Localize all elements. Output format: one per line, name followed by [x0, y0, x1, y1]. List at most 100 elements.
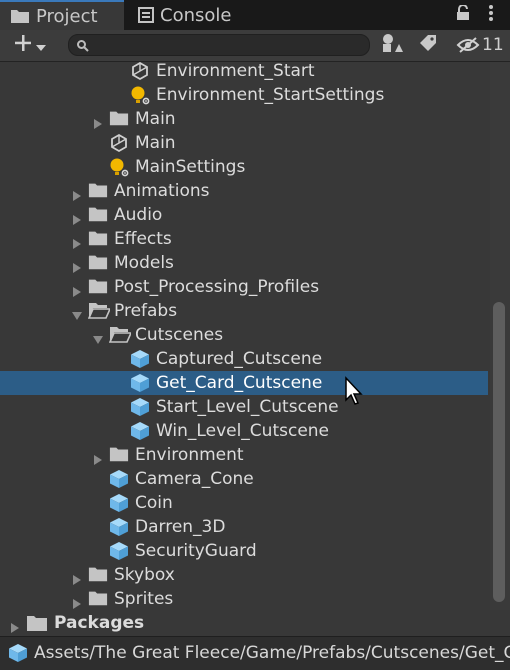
tree-item-camera-cone[interactable]: Camera_Cone [0, 467, 488, 491]
tree-item-environment[interactable]: Environment [0, 443, 488, 467]
tree-item-label: Skybox [114, 565, 175, 585]
chevron-right-icon[interactable] [72, 210, 82, 225]
folder-icon [88, 229, 108, 249]
prefab-icon [130, 421, 150, 441]
tree-item-environment-start[interactable]: Environment_Start [0, 62, 488, 83]
hidden-packages-count: 11 [456, 32, 504, 58]
tree-item-win-level-cutscene[interactable]: Win_Level_Cutscene [0, 419, 488, 443]
tree-item-label: Get_Card_Cutscene [156, 373, 323, 393]
tree-item-packages[interactable]: Packages [0, 610, 510, 636]
prefab-icon [130, 349, 150, 369]
folder-icon [109, 109, 129, 129]
tree-item-label: Coin [135, 493, 173, 513]
prefab-icon [109, 493, 129, 513]
chevron-down-icon [35, 36, 46, 55]
tree-item-label: Models [114, 253, 174, 273]
tab-console[interactable]: Console [130, 0, 260, 30]
chevron-down-icon[interactable] [93, 330, 103, 344]
tree-item-get-card-cutscene[interactable]: Get_Card_Cutscene [0, 371, 488, 395]
tree-item-label: Main [135, 133, 176, 153]
chevron-right-icon[interactable] [72, 594, 82, 609]
scrollbar-thumb[interactable] [493, 302, 505, 602]
project-toolbar: 11 [0, 30, 510, 62]
lighting-settings-icon [109, 157, 129, 177]
kebab-menu-icon [488, 4, 494, 26]
tree-item-audio[interactable]: Audio [0, 203, 488, 227]
tab-label: Console [160, 4, 232, 26]
tree-item-models[interactable]: Models [0, 251, 488, 275]
tree-item-label: Captured_Cutscene [156, 349, 323, 369]
search-by-type-button[interactable] [378, 32, 406, 58]
folder-icon [88, 277, 108, 297]
chevron-right-icon[interactable] [93, 114, 103, 129]
tree-item-label: Start_Level_Cutscene [156, 397, 339, 417]
prefab-icon [130, 397, 150, 417]
tree-item-darren-3d[interactable]: Darren_3D [0, 515, 488, 539]
chevron-right-icon[interactable] [72, 570, 82, 585]
tree-item-start-level-cutscene[interactable]: Start_Level_Cutscene [0, 395, 488, 419]
more-options-button[interactable] [480, 0, 502, 30]
folder-open-icon [87, 301, 112, 321]
search-field[interactable] [68, 34, 370, 56]
search-by-label-button[interactable] [414, 32, 442, 58]
tree-item-environment-startsettings[interactable]: Environment_StartSettings [0, 83, 488, 107]
tree-item-label: Environment_Start [156, 62, 315, 81]
folder-open-icon [108, 325, 133, 345]
tree-item-label: Cutscenes [135, 325, 224, 345]
folder-icon [10, 8, 30, 24]
shapes-icon [381, 33, 403, 57]
lock-icon [456, 4, 470, 25]
folder-icon [88, 205, 108, 225]
chevron-down-icon[interactable] [72, 306, 82, 320]
tree-item-label: Sprites [114, 589, 174, 609]
tree-item-label: Darren_3D [135, 517, 226, 537]
prefab-icon [8, 643, 28, 667]
unity-scene-icon [109, 133, 129, 153]
tree-item-mainsettings[interactable]: MainSettings [0, 155, 488, 179]
tree-item-main[interactable]: Main [0, 131, 488, 155]
tree-item-animations[interactable]: Animations [0, 179, 488, 203]
tree-item-coin[interactable]: Coin [0, 491, 488, 515]
chevron-right-icon[interactable] [72, 186, 82, 201]
tree-item-skybox[interactable]: Skybox [0, 563, 488, 587]
create-button[interactable] [8, 32, 50, 58]
folder-icon [88, 565, 108, 585]
project-tree: Environment_Start Environment_StartSettin… [0, 62, 490, 610]
tree-item-securityguard[interactable]: SecurityGuard [0, 539, 488, 563]
search-icon [76, 38, 90, 57]
tree-item-label: Prefabs [114, 301, 178, 321]
chevron-right-icon[interactable] [10, 618, 20, 637]
tree-item-label: Camera_Cone [135, 469, 254, 489]
tree-item-effects[interactable]: Effects [0, 227, 488, 251]
chevron-right-icon[interactable] [72, 282, 82, 297]
folder-icon [109, 445, 129, 465]
prefab-icon [109, 517, 129, 537]
folder-icon [26, 614, 48, 636]
eye-slash-icon [456, 36, 480, 54]
chevron-right-icon[interactable] [72, 258, 82, 273]
tree-item-label: Effects [114, 229, 172, 249]
tree-item-post-processing-profiles[interactable]: Post_Processing_Profiles [0, 275, 488, 299]
tree-item-label: MainSettings [135, 157, 246, 177]
tree-item-captured-cutscene[interactable]: Captured_Cutscene [0, 347, 488, 371]
tree-item-prefabs[interactable]: Prefabs [0, 299, 488, 323]
scrollbar[interactable] [490, 62, 510, 610]
chevron-right-icon[interactable] [72, 234, 82, 249]
tree-item-sprites[interactable]: Sprites [0, 587, 488, 610]
tab-project[interactable]: Project [0, 0, 124, 30]
selection-path: Assets/The Great Fleece/Game/Prefabs/Cut… [34, 643, 510, 663]
tree-item-label: Environment_StartSettings [156, 85, 385, 105]
tree-item-label: Packages [54, 613, 145, 633]
plus-icon [13, 33, 33, 57]
prefab-icon [109, 541, 129, 561]
mouse-cursor-icon [344, 376, 364, 410]
tree-item-label: Win_Level_Cutscene [156, 421, 330, 441]
tree-item-label: Animations [114, 181, 210, 201]
folder-icon [88, 181, 108, 201]
tree-item-main[interactable]: Main [0, 107, 488, 131]
search-input[interactable] [95, 36, 367, 56]
tree-item-label: SecurityGuard [135, 541, 257, 561]
chevron-right-icon[interactable] [93, 450, 103, 465]
tree-item-cutscenes[interactable]: Cutscenes [0, 323, 488, 347]
lock-button[interactable] [452, 0, 474, 30]
